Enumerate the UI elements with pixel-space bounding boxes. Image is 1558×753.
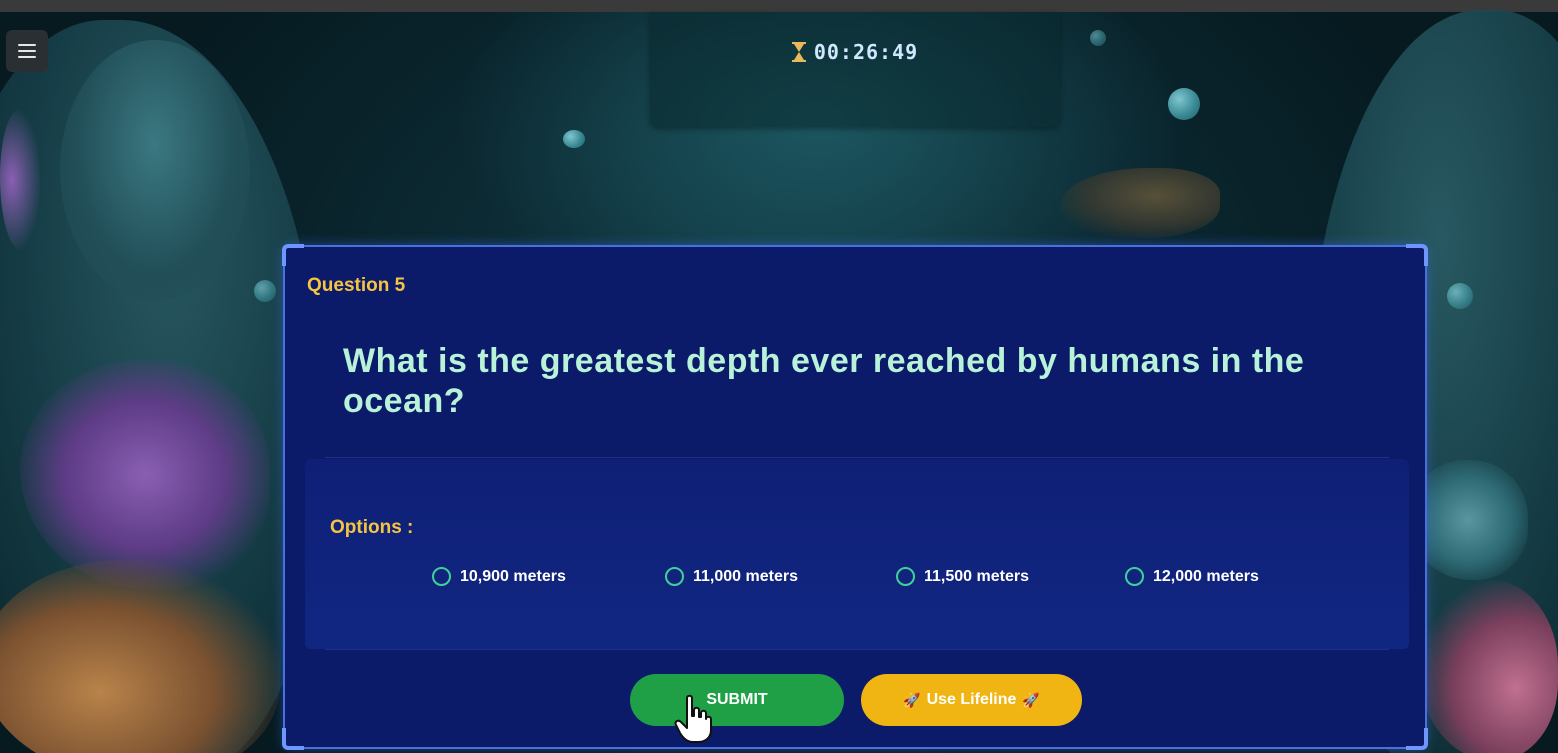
purple-coral-decoration xyxy=(0,110,40,250)
card-corner-decoration xyxy=(282,244,304,266)
divider xyxy=(325,649,1389,650)
lifeline-label: Use Lifeline xyxy=(926,691,1017,708)
menu-button[interactable] xyxy=(6,30,48,72)
option-3[interactable]: 11,500 meters xyxy=(896,567,1029,586)
timer-value: 00:26:49 xyxy=(813,40,919,64)
question-card: Question 5 What is the greatest depth ev… xyxy=(282,244,1429,750)
option-2[interactable]: 11,000 meters xyxy=(665,567,798,586)
game-screen: 00:26:49 Question 5 What is the greatest… xyxy=(0,0,1558,753)
browser-top-bar xyxy=(0,0,1558,12)
radio-button[interactable] xyxy=(432,567,451,586)
options-label: Options : xyxy=(330,517,414,538)
option-text: 11,000 meters xyxy=(693,567,798,585)
submit-label: SUBMIT xyxy=(706,691,768,708)
option-4[interactable]: 12,000 meters xyxy=(1125,567,1259,586)
card-corner-decoration xyxy=(1406,244,1428,266)
bubble-decoration xyxy=(1090,30,1106,46)
card-corner-decoration xyxy=(282,728,304,750)
options-panel xyxy=(305,459,1409,649)
submit-button[interactable]: SUBMIT xyxy=(630,674,844,726)
bubble-decoration xyxy=(563,130,585,148)
hourglass-icon xyxy=(791,42,806,62)
bubble-decoration xyxy=(1168,88,1200,120)
hand-cursor-icon xyxy=(674,694,712,743)
background-rock-left-highlight xyxy=(60,40,250,300)
hamburger-menu-icon xyxy=(18,44,36,58)
rocket-icon: 🚀 xyxy=(903,691,921,708)
radio-button[interactable] xyxy=(1125,567,1144,586)
fish-decoration xyxy=(1060,168,1220,238)
timer-panel: 00:26:49 xyxy=(650,12,1060,127)
radio-button[interactable] xyxy=(665,567,684,586)
divider xyxy=(325,457,1389,458)
option-text: 10,900 meters xyxy=(460,567,566,585)
bubble-decoration xyxy=(1447,283,1473,309)
option-1[interactable]: 10,900 meters xyxy=(432,567,566,586)
option-text: 12,000 meters xyxy=(1153,567,1259,585)
options-list: 10,900 meters 11,000 meters 11,500 meter… xyxy=(285,567,1429,597)
bubble-decoration xyxy=(254,280,276,302)
rocket-icon: 🚀 xyxy=(1022,691,1040,708)
radio-button[interactable] xyxy=(896,567,915,586)
question-text: What is the greatest depth ever reached … xyxy=(343,342,1305,420)
option-text: 11,500 meters xyxy=(924,567,1029,585)
question-number: Question 5 xyxy=(307,275,406,296)
timer: 00:26:49 xyxy=(650,40,1060,64)
card-corner-decoration xyxy=(1406,728,1428,750)
use-lifeline-button[interactable]: 🚀 Use Lifeline 🚀 xyxy=(861,674,1082,726)
pink-coral-decoration xyxy=(1418,580,1558,753)
